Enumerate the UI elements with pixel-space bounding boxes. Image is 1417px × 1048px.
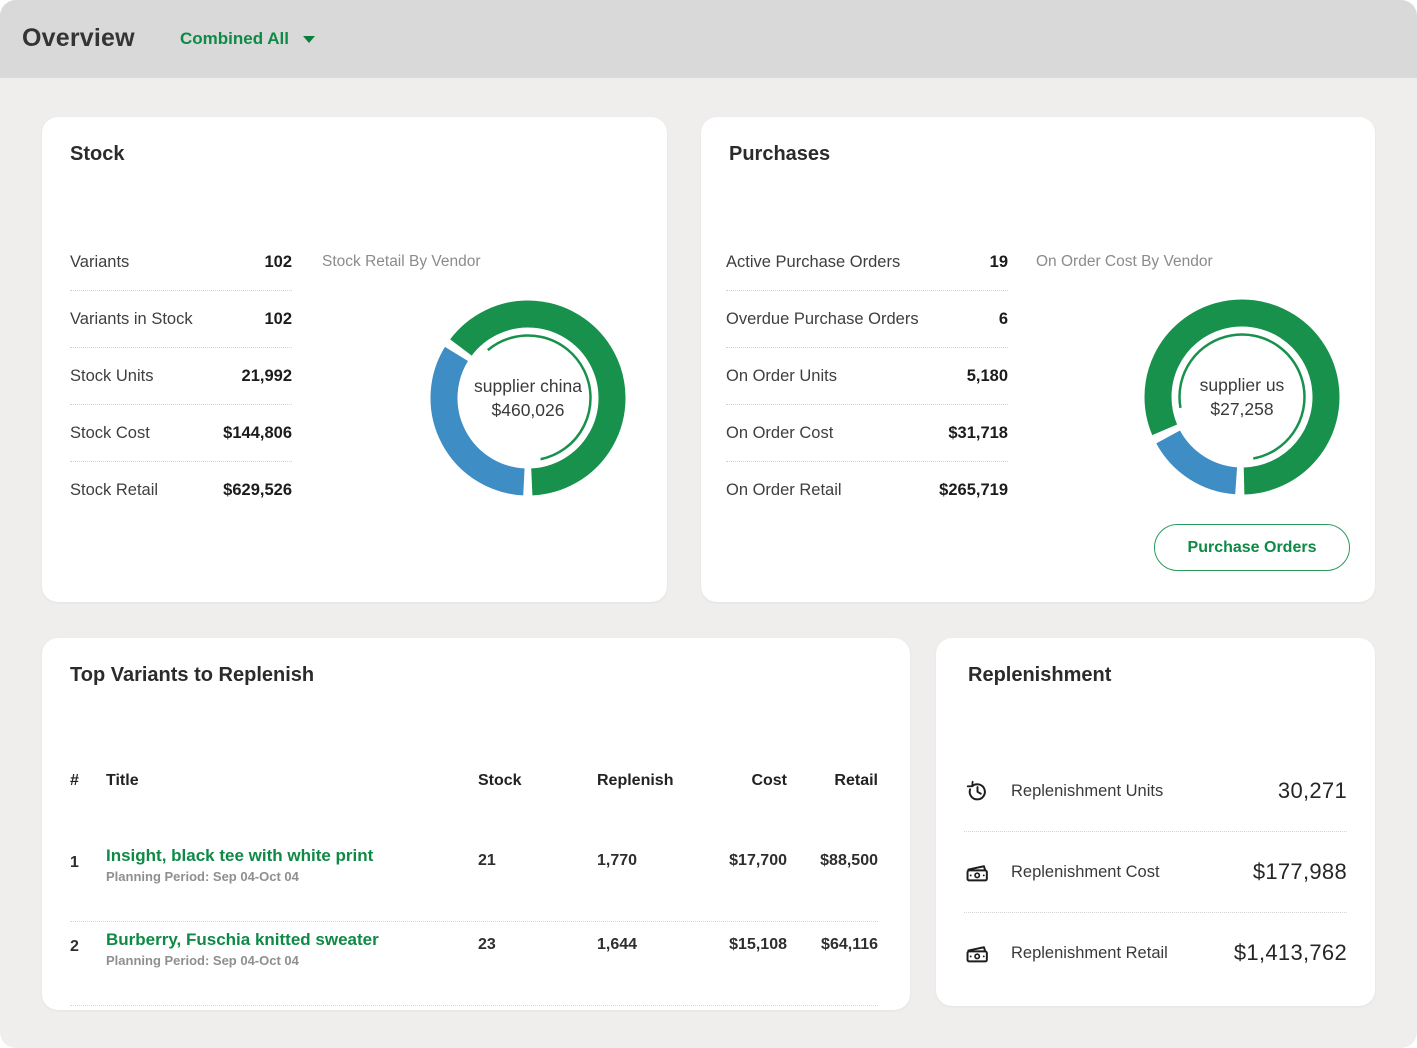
donut-vendor-value: $460,026 <box>492 400 565 421</box>
replenishment-row-value: $177,988 <box>1253 859 1347 885</box>
stat-label: Variants in Stock <box>70 310 193 329</box>
top-bar: Overview Combined All <box>0 0 1417 78</box>
retail-cell: $88,500 <box>788 852 878 870</box>
replenishment-row: Replenishment Cost $177,988 <box>964 832 1347 913</box>
stat-value: $629,526 <box>223 481 292 500</box>
cost-cell: $15,108 <box>687 936 787 954</box>
top-variants-title: Top Variants to Replenish <box>70 664 314 687</box>
stat-value: 102 <box>264 253 292 272</box>
stat-value: 19 <box>990 253 1008 272</box>
stat-label: Overdue Purchase Orders <box>726 310 919 329</box>
stat-row: Stock Units 21,992 <box>70 348 292 405</box>
planning-period-label: Planning Period: Sep 04-Oct 04 <box>106 869 299 884</box>
replenishment-row-label: Replenishment Cost <box>1011 863 1160 882</box>
stat-value: 5,180 <box>967 367 1008 386</box>
stat-value: $31,718 <box>948 424 1008 443</box>
purchases-card: Purchases Active Purchase Orders 19 Over… <box>701 117 1375 602</box>
stock-chart-caption: Stock Retail By Vendor <box>322 253 481 271</box>
connection-filter-label: Combined All <box>180 29 289 49</box>
column-header-retail: Retail <box>788 772 878 790</box>
history-icon <box>964 778 991 805</box>
donut-vendor-name: supplier china <box>474 376 582 397</box>
stat-row: Active Purchase Orders 19 <box>726 234 1008 291</box>
variant-title-link[interactable]: Burberry, Fuschia knitted sweater <box>106 930 379 950</box>
purchases-chart-caption: On Order Cost By Vendor <box>1036 253 1213 271</box>
column-header-index: # <box>70 772 79 790</box>
purchase-orders-button[interactable]: Purchase Orders <box>1154 524 1350 571</box>
replenish-cell: 1,770 <box>597 852 637 870</box>
stat-value: 6 <box>999 310 1008 329</box>
stat-row: Stock Cost $144,806 <box>70 405 292 462</box>
replenishment-card: Replenishment Replenishment Units 30,271 <box>936 638 1375 1006</box>
replenishment-row-label: Replenishment Retail <box>1011 944 1168 963</box>
top-variants-card: Top Variants to Replenish # Title Stock … <box>42 638 910 1010</box>
stat-label: On Order Cost <box>726 424 833 443</box>
stat-label: Active Purchase Orders <box>726 253 900 272</box>
column-header-replenish: Replenish <box>597 772 673 790</box>
stat-row: Variants 102 <box>70 234 292 291</box>
variants-table-body: 1 Insight, black tee with white print Pl… <box>70 838 878 1006</box>
connection-filter-dropdown[interactable]: Combined All <box>180 29 315 49</box>
donut-vendor-name: supplier us <box>1200 375 1285 396</box>
overview-page: Overview Combined All Stock Variants 102… <box>0 0 1417 1048</box>
stat-label: Stock Retail <box>70 481 158 500</box>
stat-label: On Order Units <box>726 367 837 386</box>
table-row: 1 Insight, black tee with white print Pl… <box>70 838 878 922</box>
column-header-title: Title <box>106 772 139 790</box>
donut-vendor-value: $27,258 <box>1210 399 1273 420</box>
replenish-cell: 1,644 <box>597 936 637 954</box>
stock-stats-list: Variants 102 Variants in Stock 102 Stock… <box>70 234 292 518</box>
stat-row: Stock Retail $629,526 <box>70 462 292 518</box>
planning-period-label: Planning Period: Sep 04-Oct 04 <box>106 953 299 968</box>
stat-value: 21,992 <box>242 367 292 386</box>
donut-center-label-group: supplier us $27,258 <box>1142 297 1342 497</box>
table-row: 2 Burberry, Fuschia knitted sweater Plan… <box>70 922 878 1006</box>
stat-label: Stock Cost <box>70 424 150 443</box>
stat-row: On Order Cost $31,718 <box>726 405 1008 462</box>
replenishment-row-value: $1,413,762 <box>1234 940 1347 966</box>
row-index: 1 <box>70 854 79 872</box>
stock-card-title: Stock <box>70 143 124 166</box>
replenishment-row-label: Replenishment Units <box>1011 782 1163 801</box>
stock-retail-donut-chart[interactable]: supplier china $460,026 <box>428 298 628 498</box>
replenishment-list: Replenishment Units 30,271 Replenishment… <box>964 751 1347 993</box>
stat-label: Variants <box>70 253 129 272</box>
replenishment-title: Replenishment <box>968 664 1111 687</box>
cash-icon <box>964 940 991 967</box>
on-order-cost-donut-chart[interactable]: supplier us $27,258 <box>1142 297 1342 497</box>
stat-row: On Order Units 5,180 <box>726 348 1008 405</box>
variant-title-link[interactable]: Insight, black tee with white print <box>106 846 373 866</box>
stock-card: Stock Variants 102 Variants in Stock 102… <box>42 117 667 602</box>
stat-value: $265,719 <box>939 481 1008 500</box>
retail-cell: $64,116 <box>788 936 878 954</box>
cash-icon <box>964 859 991 886</box>
purchases-card-title: Purchases <box>729 143 830 166</box>
replenishment-row: Replenishment Retail $1,413,762 <box>964 913 1347 993</box>
stat-row: Overdue Purchase Orders 6 <box>726 291 1008 348</box>
replenishment-row-value: 30,271 <box>1278 778 1347 804</box>
replenishment-row: Replenishment Units 30,271 <box>964 751 1347 832</box>
stock-cell: 23 <box>478 936 496 954</box>
cost-cell: $17,700 <box>687 852 787 870</box>
chevron-down-icon <box>303 36 315 43</box>
stat-row: On Order Retail $265,719 <box>726 462 1008 518</box>
column-header-stock: Stock <box>478 772 522 790</box>
stat-value: $144,806 <box>223 424 292 443</box>
stat-row: Variants in Stock 102 <box>70 291 292 348</box>
column-header-cost: Cost <box>687 772 787 790</box>
stat-label: On Order Retail <box>726 481 842 500</box>
stat-value: 102 <box>264 310 292 329</box>
stock-cell: 21 <box>478 852 496 870</box>
stat-label: Stock Units <box>70 367 153 386</box>
purchases-stats-list: Active Purchase Orders 19 Overdue Purcha… <box>726 234 1008 518</box>
donut-center-label-group: supplier china $460,026 <box>428 298 628 498</box>
row-index: 2 <box>70 938 79 956</box>
page-title: Overview <box>22 24 135 53</box>
